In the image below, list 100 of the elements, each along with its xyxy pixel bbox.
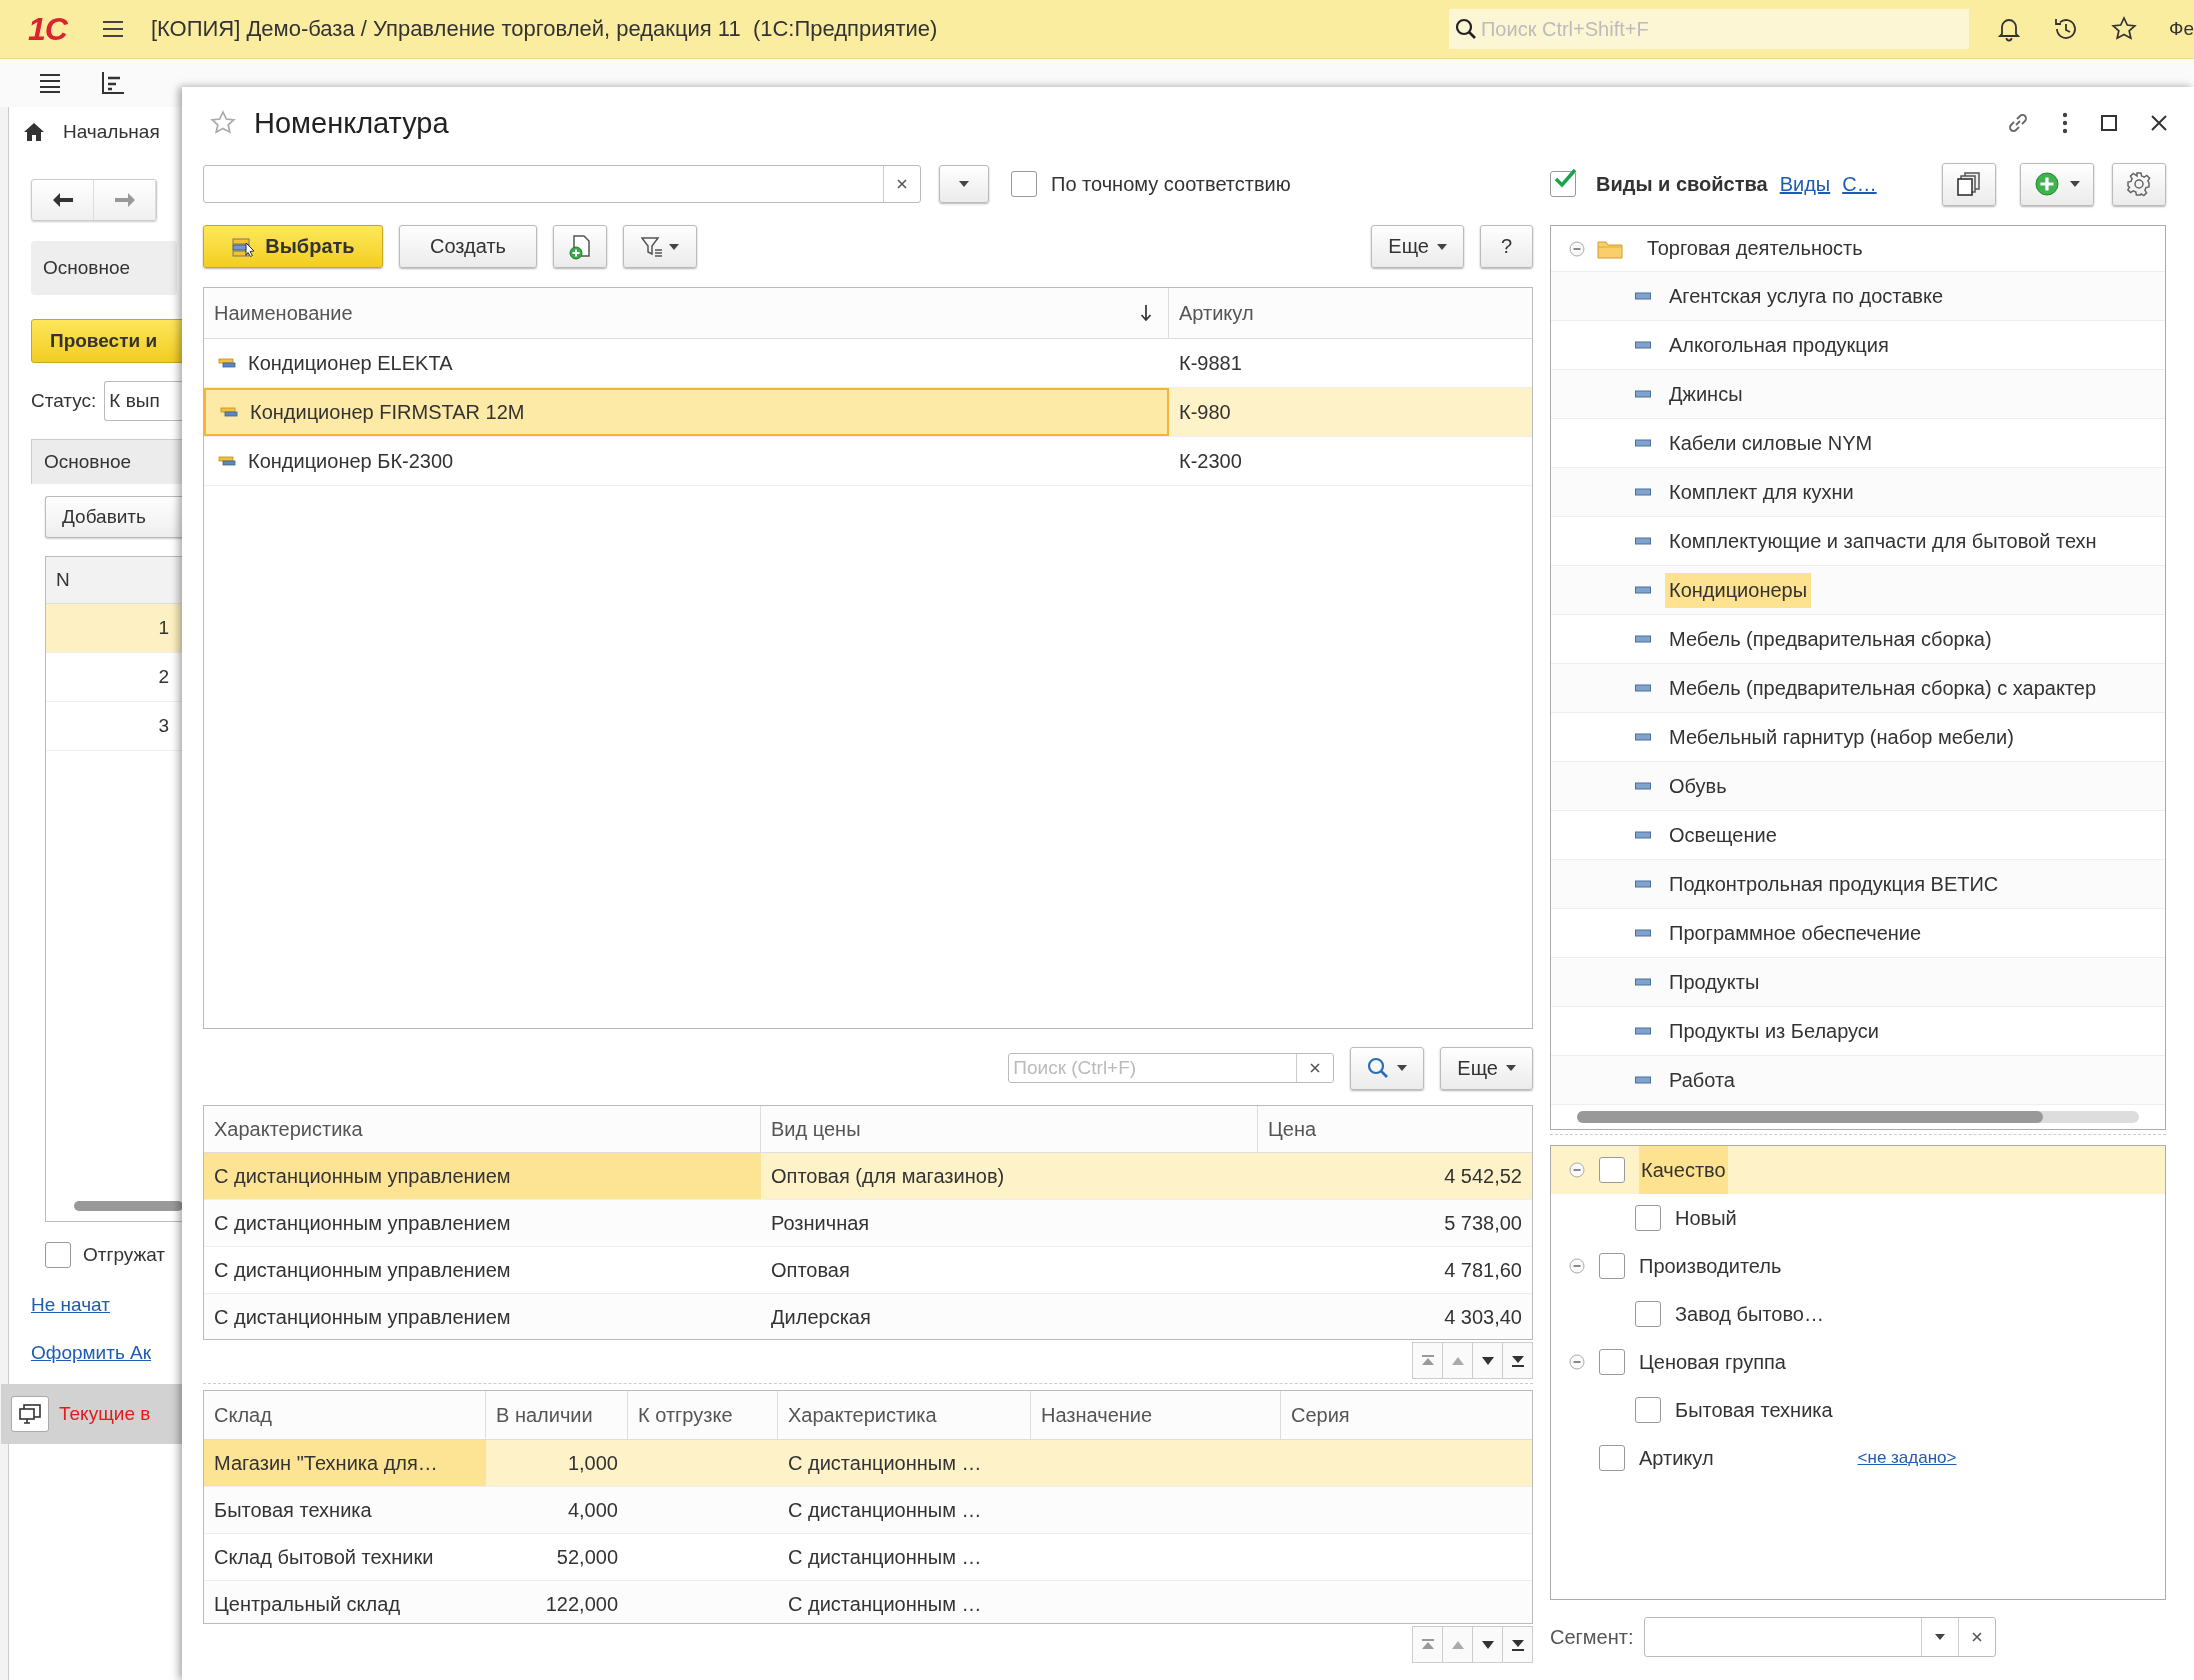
tree-item[interactable]: Обувь <box>1665 768 1731 804</box>
collapse-icon[interactable] <box>1569 1258 1585 1274</box>
column-header[interactable]: Серия <box>1281 1391 1532 1439</box>
sort-arrow-icon[interactable] <box>1140 304 1152 322</box>
checkbox[interactable] <box>1550 171 1576 197</box>
collapse-icon[interactable] <box>1569 1162 1585 1178</box>
table-row[interactable]: Магазин "Техника для… 1,000 С дистанционным … <box>204 1440 1532 1487</box>
table-row[interactable]: 1 <box>46 604 183 653</box>
tree-item[interactable]: Джинсы <box>1665 376 1747 412</box>
monitor-button[interactable] <box>11 1396 49 1432</box>
search-input[interactable]: Поиск Ctrl+Shift+F <box>1477 17 1969 41</box>
column-header[interactable]: Склад <box>204 1391 486 1439</box>
checkbox[interactable] <box>45 1242 71 1268</box>
table-row[interactable]: С дистанционным управлением Оптовая (для магазинов) 4 542,52 <box>204 1153 1532 1200</box>
tree-item[interactable]: Кондиционеры <box>1665 572 1812 608</box>
tree-item[interactable]: Работа <box>1665 1062 1739 1098</box>
checkbox[interactable] <box>1599 1253 1625 1279</box>
star-icon[interactable] <box>2111 16 2137 42</box>
status-link[interactable]: Не начат <box>31 1294 110 1316</box>
tree-item[interactable]: Мебельный гарнитур (набор мебели) <box>1665 719 2018 755</box>
next-button[interactable] <box>1473 1626 1503 1663</box>
search-icon[interactable] <box>1455 18 1477 40</box>
column-header[interactable]: К отгрузке <box>628 1391 778 1439</box>
search-field[interactable]: Поиск (Ctrl+F) <box>1008 1053 1335 1083</box>
search-field[interactable]: Поиск Ctrl+Shift+F <box>1449 9 1969 49</box>
next-button[interactable] <box>1473 1342 1503 1379</box>
tree-item[interactable]: Программное обеспечение <box>1665 915 1926 951</box>
action-link[interactable]: Оформить Ак <box>31 1342 152 1364</box>
more-button[interactable]: Еще <box>1371 225 1464 268</box>
table-row[interactable]: Кондиционер FIRMSTAR 12M К-980 <box>204 388 1532 437</box>
tree-item[interactable]: Мебель (предварительная сборка) <box>1665 621 1996 657</box>
tree-item[interactable]: Комплектующие и запчасти для бытовой техн <box>1665 523 2101 559</box>
home-tab[interactable]: Начальная <box>9 111 183 153</box>
table-row[interactable]: Кондиционер БК-2300 К-2300 <box>204 437 1532 486</box>
chart-icon[interactable] <box>100 70 126 96</box>
scrollbar[interactable] <box>1577 1111 2139 1123</box>
checkbox[interactable] <box>1011 171 1037 197</box>
column-header[interactable]: В наличии <box>486 1391 628 1439</box>
tree-item[interactable]: Торговая деятельность <box>1643 231 1867 266</box>
property-row[interactable]: Новый <box>1551 1194 2165 1242</box>
post-button[interactable]: Провести и <box>31 319 183 363</box>
search-field[interactable] <box>203 165 921 203</box>
add-button[interactable] <box>2020 162 2094 206</box>
column-header[interactable]: Назначение <box>1031 1391 1281 1439</box>
checkbox[interactable] <box>1635 1397 1661 1423</box>
copy-add-button[interactable] <box>553 225 607 268</box>
maximize-icon[interactable] <box>2100 114 2118 132</box>
last-page-button[interactable] <box>1503 1342 1533 1379</box>
property-row[interactable]: Артикул <не задано> <box>1551 1434 2165 1482</box>
search-button[interactable] <box>1350 1046 1425 1090</box>
collapse-icon[interactable] <box>1569 240 1585 257</box>
tree-item[interactable]: Продукты из Беларуси <box>1665 1013 1884 1049</box>
star-icon[interactable] <box>210 110 236 136</box>
page-tab[interactable]: Основное <box>31 439 183 484</box>
help-button[interactable]: ? <box>1480 225 1533 268</box>
more-icon[interactable] <box>2062 112 2068 134</box>
copy-button[interactable] <box>1942 162 1996 206</box>
checkbox[interactable] <box>1599 1349 1625 1375</box>
column-header[interactable]: Наименование <box>204 288 1169 338</box>
settings-button[interactable] <box>2112 162 2166 206</box>
checkbox[interactable] <box>1635 1301 1661 1327</box>
more-button[interactable]: Еще <box>1440 1046 1533 1090</box>
checkbox[interactable] <box>1599 1157 1625 1183</box>
user-name[interactable]: Фе <box>2169 18 2194 40</box>
value-link[interactable]: <не задано> <box>1857 1448 1957 1468</box>
link[interactable]: Виды <box>1779 172 1831 196</box>
search-input[interactable]: Поиск (Ctrl+F) <box>1009 1057 1297 1079</box>
first-page-button[interactable] <box>1412 1342 1443 1379</box>
tree-item[interactable]: Кабели силовые NYM <box>1665 425 1877 461</box>
property-row[interactable]: Завод бытово… <box>1551 1290 2165 1338</box>
collapse-icon[interactable] <box>1569 1354 1585 1370</box>
column-header[interactable]: Цена <box>1258 1106 1532 1152</box>
filter-button[interactable] <box>623 225 697 268</box>
first-page-button[interactable] <box>1412 1626 1443 1663</box>
tree-item[interactable]: Алкогольная продукция <box>1665 327 1893 363</box>
scrollbar[interactable] <box>74 1201 183 1211</box>
property-row[interactable]: Качество <box>1551 1146 2165 1194</box>
tree-item[interactable]: Освещение <box>1665 817 1781 853</box>
history-icon[interactable] <box>2053 16 2079 42</box>
column-header[interactable]: Вид цены <box>761 1106 1258 1152</box>
section-tab[interactable]: Основное <box>31 241 177 295</box>
checkbox[interactable] <box>1599 1445 1625 1471</box>
bell-icon[interactable] <box>1997 16 2021 42</box>
last-page-button[interactable] <box>1503 1626 1533 1663</box>
segment-field[interactable] <box>1643 1617 1996 1657</box>
tree-item[interactable]: Продукты <box>1665 964 1764 1000</box>
link[interactable]: С… <box>1842 172 1877 196</box>
add-button[interactable]: Добавить <box>45 496 183 538</box>
property-row[interactable]: Производитель <box>1551 1242 2165 1290</box>
property-row[interactable]: Ценовая группа <box>1551 1338 2165 1386</box>
property-row[interactable]: Бытовая техника <box>1551 1386 2165 1434</box>
checkbox[interactable] <box>1635 1205 1661 1231</box>
list-icon[interactable] <box>38 72 62 94</box>
column-header[interactable]: Характеристика <box>778 1391 1031 1439</box>
column-header[interactable]: Характеристика <box>204 1106 761 1152</box>
menu-icon[interactable] <box>100 19 125 39</box>
column-header[interactable]: Артикул <box>1169 288 1532 338</box>
create-button[interactable]: Создать <box>399 225 537 268</box>
close-icon[interactable] <box>2150 114 2168 132</box>
select-button[interactable]: Выбрать <box>203 225 383 268</box>
